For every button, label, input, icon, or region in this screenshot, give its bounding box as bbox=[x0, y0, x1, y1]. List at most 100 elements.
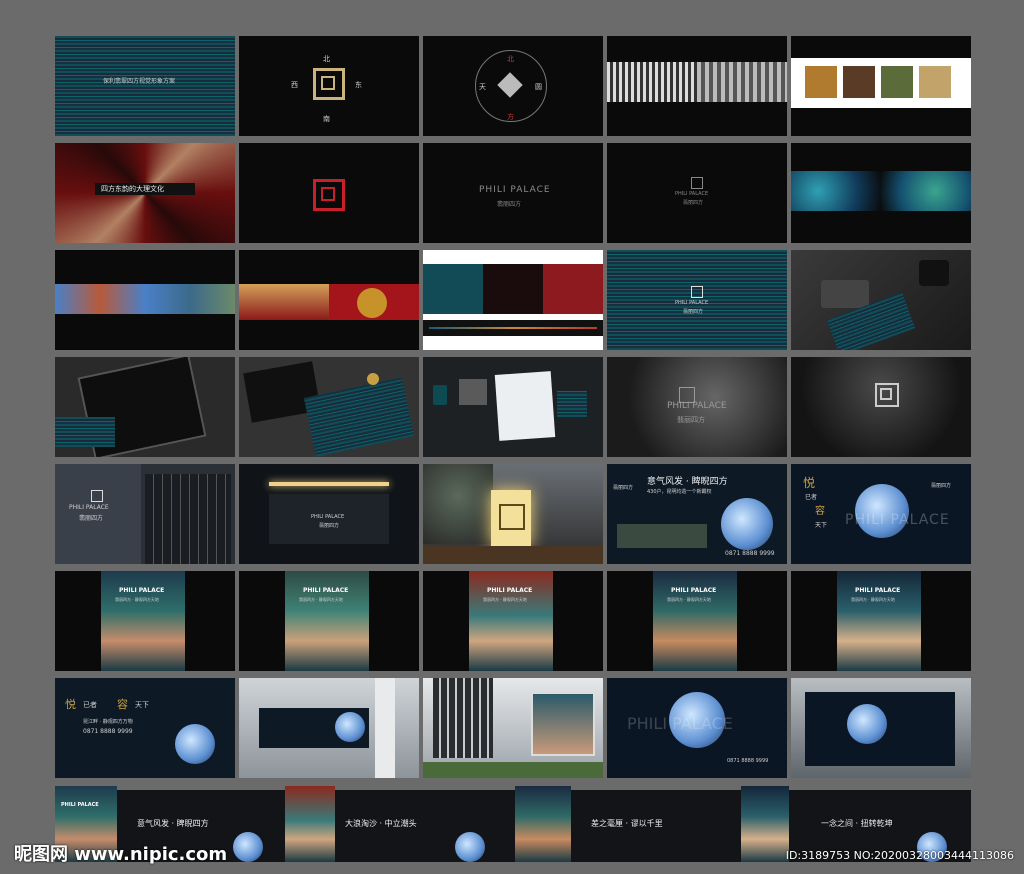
moon bbox=[855, 484, 909, 538]
logo-brand-cn: 翡丽四方 bbox=[683, 200, 704, 206]
strip-poster-2 bbox=[285, 786, 335, 862]
reception-brand-en: PHILI PALACE bbox=[311, 514, 345, 520]
strip-poster-3 bbox=[515, 786, 571, 862]
tile-poster-5[interactable]: PHILI PALACE 翡丽四方 · 静观四方天地 bbox=[791, 571, 971, 671]
tile-brand-logo[interactable]: PHILI PALACE 翡丽四方 bbox=[607, 143, 787, 243]
roof-photos bbox=[55, 284, 235, 314]
poster-sub: 翡丽四方 · 静观四方天地 bbox=[115, 597, 159, 602]
tile-striped-brand[interactable]: PHILI PALACE 翡丽四方 bbox=[607, 250, 787, 350]
tile-lobby-wall[interactable]: PHILI PALACE 翡丽四方 bbox=[55, 464, 235, 564]
striped-brand-cn: 翡丽四方 bbox=[683, 309, 704, 315]
circle-north: 北 bbox=[507, 55, 514, 63]
poster-image bbox=[837, 571, 921, 671]
palette-gradient-bar bbox=[429, 327, 597, 329]
camera-icon bbox=[919, 260, 949, 286]
tile-color-palette[interactable] bbox=[423, 250, 603, 350]
tile-peacock[interactable] bbox=[791, 143, 971, 243]
wall-logo-icon bbox=[91, 490, 103, 502]
image-id: ID:3189753 NO:20200328003444113086 bbox=[785, 849, 1014, 862]
tile-poster-3[interactable]: PHILI PALACE 翡丽四方 · 静观四方天地 bbox=[423, 571, 603, 671]
tile-compass-square[interactable]: 北 西 东 南 bbox=[239, 36, 419, 136]
tile-red-perspective[interactable]: 四方东韵的大理文化 bbox=[55, 143, 235, 243]
swatch-black bbox=[483, 264, 543, 314]
envelope-mockup bbox=[459, 379, 487, 405]
artwork-3 bbox=[881, 66, 913, 98]
tile-billboard-wall[interactable] bbox=[239, 678, 419, 778]
poster-sub: 翡丽四方 · 静观四方天地 bbox=[851, 597, 895, 602]
poster-image bbox=[285, 571, 369, 671]
circle-east: 圆 bbox=[535, 83, 542, 91]
long-phone: 0871 8888 9999 bbox=[83, 728, 133, 735]
tile-notebook-mockup[interactable] bbox=[239, 357, 419, 457]
tile-banner-long[interactable]: 悦 已者 容 天下 昆江畔 · 静观四方万物 0871 8888 9999 bbox=[55, 678, 235, 778]
tile-stationery-mockup[interactable] bbox=[791, 250, 971, 350]
tile-banner-swan[interactable]: PHILI PALACE 0871 8888 9999 bbox=[607, 678, 787, 778]
ceiling-light bbox=[269, 482, 389, 486]
wall-brand-en: PHILI PALACE bbox=[69, 504, 109, 511]
tile-poster-4[interactable]: PHILI PALACE 翡丽四方 · 静观四方天地 bbox=[607, 571, 787, 671]
tile-palace-interior[interactable] bbox=[239, 250, 419, 350]
moon bbox=[721, 498, 773, 550]
floor bbox=[423, 546, 603, 564]
peacock-photo-right bbox=[881, 171, 971, 211]
tile-leather-emblem[interactable] bbox=[791, 357, 971, 457]
tile-striped-cover[interactable]: 保利翡翠四方视觉形象方案 bbox=[55, 36, 235, 136]
gold-medallion-icon bbox=[357, 288, 387, 318]
tile-poster-1[interactable]: PHILI PALACE 翡丽四方 · 静观四方天地 bbox=[55, 571, 235, 671]
tile-architecture-photos[interactable] bbox=[607, 36, 787, 136]
tile-reception[interactable]: PHILI PALACE 翡丽四方 bbox=[239, 464, 419, 564]
square-emblem-inner-icon bbox=[321, 76, 335, 90]
strip-poster-4 bbox=[741, 786, 789, 862]
small-logo-icon bbox=[691, 177, 703, 189]
circle-south: 方 bbox=[507, 113, 514, 121]
leather-emblem-inner-icon bbox=[880, 388, 892, 400]
wallet-mockup bbox=[821, 280, 869, 308]
poster-title: PHILI PALACE bbox=[855, 587, 901, 594]
tile-outdoor-billboard[interactable] bbox=[791, 678, 971, 778]
embossed-brand-en: PHILI PALACE bbox=[667, 401, 727, 411]
poster-sub: 翡丽四方 · 静观四方天地 bbox=[483, 597, 527, 602]
direction-north: 北 bbox=[323, 55, 330, 63]
direction-south: 南 bbox=[323, 115, 330, 123]
direction-west: 西 bbox=[291, 81, 298, 89]
poster-title: PHILI PALACE bbox=[303, 587, 349, 594]
corridor-photo bbox=[145, 474, 231, 564]
direction-east: 东 bbox=[355, 81, 362, 89]
cover-title: 保利翡翠四方视觉形象方案 bbox=[103, 78, 176, 85]
poster-title: PHILI PALACE bbox=[119, 587, 165, 594]
artwork-2 bbox=[843, 66, 875, 98]
poster-title: PHILI PALACE bbox=[671, 587, 717, 594]
tile-lightbox[interactable] bbox=[423, 678, 603, 778]
banner-text-2: 天下 bbox=[815, 522, 828, 529]
building-facade bbox=[433, 678, 493, 758]
tile-poster-2[interactable]: PHILI PALACE 翡丽四方 · 静观四方天地 bbox=[239, 571, 419, 671]
tile-brand-text[interactable]: PHILI PALACE 翡丽四方 bbox=[423, 143, 603, 243]
strip-slogan-2: 大浪淘沙 · 中立潮头 bbox=[345, 819, 417, 828]
card-stack bbox=[557, 391, 587, 417]
tile-banner-moon-left[interactable]: 意气风发 · 睥睨四方 430户，昆明均造一个新霸权 翡丽四方 0871 888… bbox=[607, 464, 787, 564]
long-char-2: 容 bbox=[117, 698, 128, 711]
red-emblem-inner-icon bbox=[321, 187, 335, 201]
brand-en: PHILI PALACE bbox=[479, 185, 551, 195]
tile-lantern[interactable] bbox=[423, 464, 603, 564]
tile-banner-moon-right[interactable]: 悦 已者 容 天下 PHILI PALACE 翡丽四方 bbox=[791, 464, 971, 564]
tile-letterhead-mockup[interactable] bbox=[423, 357, 603, 457]
building-photo-left bbox=[607, 62, 697, 102]
tile-compass-circle[interactable]: 北 天 圆 方 bbox=[423, 36, 603, 136]
tile-red-emblem[interactable] bbox=[239, 143, 419, 243]
tile-clipboard-mockup[interactable] bbox=[55, 357, 235, 457]
long-char-1: 悦 bbox=[65, 698, 76, 711]
poster-title: PHILI PALACE bbox=[487, 587, 533, 594]
wall-brand-cn: 翡丽四方 bbox=[79, 515, 104, 522]
poster-sub: 翡丽四方 · 静观四方天地 bbox=[667, 597, 711, 602]
swatch-red bbox=[543, 264, 603, 314]
pavilion-scene bbox=[617, 524, 707, 548]
tile-artwork-row[interactable] bbox=[791, 36, 971, 136]
logo-brand-en: PHILI PALACE bbox=[675, 191, 709, 197]
banner-slogan: 意气风发 · 睥睨四方 bbox=[647, 477, 728, 487]
poster-sub: 翡丽四方 · 静观四方天地 bbox=[299, 597, 343, 602]
watermark-text: PHILI PALACE bbox=[845, 512, 950, 528]
tile-roof-photos[interactable] bbox=[55, 250, 235, 350]
moon bbox=[175, 724, 215, 764]
tile-embossed-brand[interactable]: PHILI PALACE 翡丽四方 bbox=[607, 357, 787, 457]
